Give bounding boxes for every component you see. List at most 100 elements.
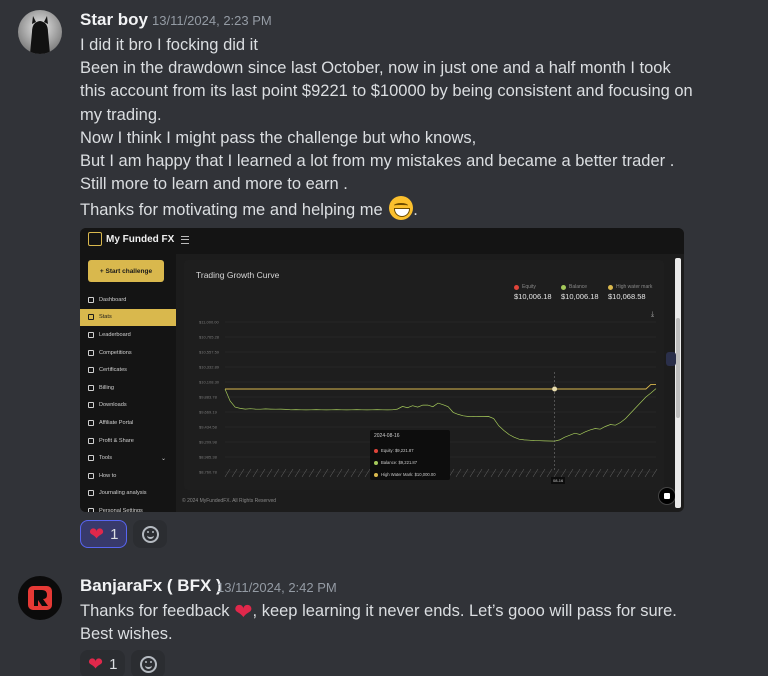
message-line: Still more to learn and more to earn . <box>80 175 348 194</box>
x-tick-mark <box>266 468 273 478</box>
x-tick-mark <box>546 468 553 478</box>
y-tick-label: $11,000.00 <box>199 320 219 325</box>
hwm-dot <box>374 472 378 477</box>
add-reaction-button[interactable] <box>133 520 168 548</box>
y-tick-label: $8,985.38 <box>199 455 218 460</box>
message-line: this account from its last point $9221 t… <box>80 82 693 101</box>
balance-dot <box>374 460 378 465</box>
x-tick-mark <box>315 468 322 478</box>
y-tick-label: $10,108.30 <box>199 380 220 385</box>
x-tick-mark <box>476 468 483 478</box>
scrollbar-thumb[interactable] <box>676 318 680 418</box>
x-tick-mark <box>511 468 518 478</box>
message-body: I did it bro I focking did it Been in th… <box>80 34 730 223</box>
x-tick-mark <box>644 468 651 478</box>
x-tick-mark <box>637 468 644 478</box>
x-tick-mark <box>595 468 602 478</box>
x-tick-mark <box>574 468 581 478</box>
tooltip-label: Balance: $9,221.87 <box>381 460 418 465</box>
chart-tooltip: 2024-08-16 Equity: $9,221.87 Balance: $9… <box>370 430 450 480</box>
x-tick-mark <box>231 468 238 478</box>
x-tick-mark <box>588 468 595 478</box>
reaction-heart[interactable]: ❤ 1 <box>80 650 126 676</box>
x-tick-mark <box>280 468 287 478</box>
chat-widget-icon[interactable] <box>658 487 676 505</box>
x-tick-mark <box>581 468 588 478</box>
username[interactable]: BanjaraFx ( BFX ) <box>80 576 222 596</box>
reaction-heart[interactable]: ❤ 1 <box>80 520 128 548</box>
x-tick-mark <box>322 468 329 478</box>
x-tick-mark <box>455 468 462 478</box>
reaction-count: 1 <box>109 655 118 673</box>
message-line: Been in the drawdown since last October,… <box>80 59 671 78</box>
message-line: Thanks for feedback ❤, keep learning it … <box>80 600 730 623</box>
y-tick-label: $10,332.89 <box>199 365 220 370</box>
add-reaction-button[interactable] <box>131 650 166 676</box>
x-tick-mark <box>609 468 616 478</box>
side-handle-icon[interactable] <box>666 352 676 366</box>
x-tick-mark <box>224 468 231 478</box>
x-tick-mark <box>651 468 658 478</box>
message-line: my trading. <box>80 105 162 124</box>
reactions: ❤ 1 <box>80 520 168 548</box>
x-tick-mark <box>259 468 266 478</box>
tooltip-row-hwm: High Water Mark: $10,000.00 <box>374 472 436 477</box>
x-tick-mark <box>616 468 623 478</box>
timestamp: 13/11/2024, 2:23 PM <box>152 13 272 28</box>
x-tick-mark <box>623 468 630 478</box>
tooltip-date: 2024-08-16 <box>374 433 400 439</box>
y-tick-label: $9,434.58 <box>199 425 218 430</box>
x-tick-mark <box>553 468 560 478</box>
tooltip-label: Equity: $9,221.87 <box>381 448 414 453</box>
x-tick-mark <box>238 468 245 478</box>
x-tick-mark <box>350 468 357 478</box>
tooltip-row-balance: Balance: $9,221.87 <box>374 460 417 465</box>
x-tick-mark <box>245 468 252 478</box>
x-tick-mark <box>490 468 497 478</box>
x-tick-mark <box>301 468 308 478</box>
hover-point-hwm[interactable] <box>552 386 558 392</box>
reaction-count: 1 <box>110 525 119 543</box>
series-high-water-mark-line <box>225 383 656 390</box>
x-tick-mark <box>504 468 511 478</box>
avatar-star-boy[interactable] <box>18 10 62 54</box>
attached-image[interactable]: My Funded FX + Start challenge Dashboard… <box>80 228 684 512</box>
tooltip-x-label: 08-16 <box>551 477 566 484</box>
reactions: ❤ 1 <box>80 650 166 676</box>
heart-icon: ❤ <box>88 654 104 674</box>
message-line-text: Thanks for motivating me and helping me <box>80 201 383 220</box>
x-tick-mark <box>336 468 343 478</box>
x-tick-mark <box>462 468 469 478</box>
x-tick-mark <box>532 468 539 478</box>
red-heart-emoji-icon: ❤ <box>234 599 253 624</box>
x-tick-mark <box>560 468 567 478</box>
avatar-banjarafx[interactable] <box>18 576 62 620</box>
y-tick-label: $9,209.98 <box>199 440 218 445</box>
x-tick-mark <box>252 468 259 478</box>
x-tick-mark <box>525 468 532 478</box>
copyright: © 2024 MyFundedFX. All Rights Reserved <box>182 498 277 504</box>
x-tick-mark <box>630 468 637 478</box>
tooltip-label: High Water Mark: $10,000.00 <box>381 472 436 477</box>
x-tick-mark <box>539 468 546 478</box>
message-text: , keep learning it never ends. Let’s goo… <box>252 602 677 620</box>
y-tick-label: $10,557.59 <box>199 350 220 355</box>
smile-icon <box>139 655 157 673</box>
tooltip-row-equity: Equity: $9,221.87 <box>374 448 414 453</box>
y-tick-label: $8,760.78 <box>199 470 218 475</box>
message-line-end: . <box>413 201 418 220</box>
x-tick-mark <box>308 468 315 478</box>
message-body: Thanks for feedback ❤, keep learning it … <box>80 600 730 646</box>
message-line: Now I think I might pass the challenge b… <box>80 128 477 147</box>
y-tick-label: $9,669.19 <box>199 410 218 415</box>
username[interactable]: Star boy <box>80 10 148 30</box>
laughing-emoji-icon <box>389 196 414 221</box>
y-tick-label: $9,883.78 <box>199 395 218 400</box>
x-tick-mark <box>497 468 504 478</box>
x-tick-mark <box>294 468 301 478</box>
x-tick-mark <box>287 468 294 478</box>
x-tick-mark <box>329 468 336 478</box>
equity-dot <box>374 448 378 453</box>
y-tick-label: $10,765.28 <box>199 335 220 340</box>
x-tick-mark <box>518 468 525 478</box>
